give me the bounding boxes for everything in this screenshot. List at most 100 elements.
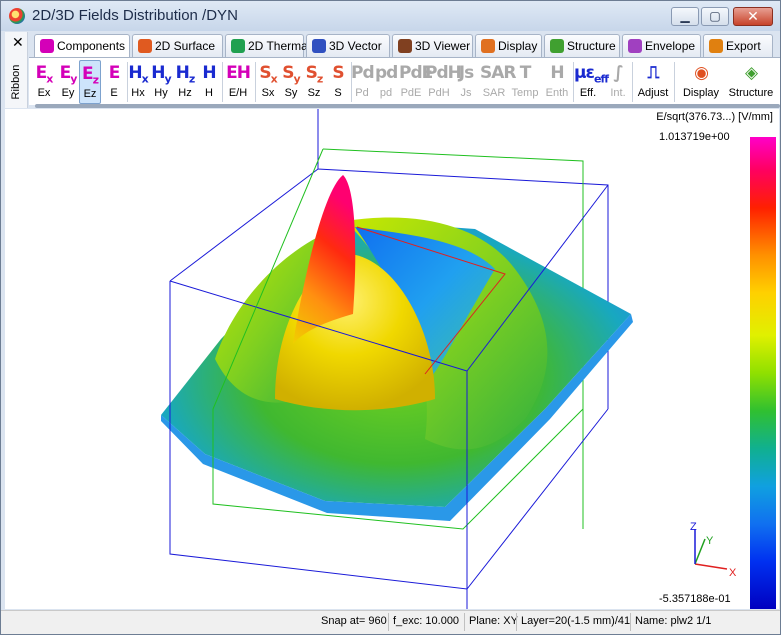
- tool-label: Sz: [307, 87, 321, 99]
- tool-label: Pd: [355, 87, 369, 99]
- tool-label: Adjust: [637, 87, 669, 99]
- tool-sx-button[interactable]: Sx Sx: [257, 60, 279, 104]
- status-frequency: f_exc: 10.000: [393, 615, 460, 627]
- tool-hz-icon: Hz: [174, 60, 196, 86]
- tool-pd-icon: pd: [375, 60, 398, 86]
- tool-glyph: pd: [375, 63, 398, 83]
- tool-e-icon: E: [103, 60, 125, 86]
- tool-temp-icon: T: [509, 60, 541, 86]
- tool-glyph: H: [175, 63, 190, 83]
- status-plane: Plane: XY: [469, 615, 518, 627]
- surface-2d-icon: [138, 39, 152, 53]
- toolbar-separator: [255, 62, 256, 102]
- tool-eff--button[interactable]: μεeff Eff.: [574, 60, 609, 104]
- tool-glyph: Pd: [351, 63, 375, 83]
- ribbon-close-button[interactable]: ✕: [12, 34, 24, 51]
- tool-sy-icon: Sy: [280, 60, 302, 86]
- tool-label: E: [110, 87, 118, 99]
- tab-2d-surface[interactable]: 2D Surface: [132, 34, 223, 58]
- tab-components[interactable]: Components: [34, 34, 130, 59]
- structure-icon: [550, 39, 564, 53]
- ribbon-scrollbar[interactable]: [35, 104, 780, 108]
- tool-pdh-icon: PdH: [425, 60, 462, 86]
- tab-label: 2D Thermal: [248, 39, 311, 53]
- tool-pd-icon: Pd: [351, 60, 375, 86]
- tool-hz-button[interactable]: Hz Hz: [174, 60, 196, 104]
- maximize-button[interactable]: ▢: [701, 7, 729, 26]
- tool-glyph-subscript: y: [293, 72, 301, 86]
- tab-label: Display: [498, 39, 538, 53]
- tool-label: Sy: [284, 87, 298, 99]
- title-bar: 2D/3D Fields Distribution /DYN ▁ ▢ ✕: [1, 1, 780, 31]
- colorbar: [750, 137, 776, 609]
- tool-glyph: H: [202, 63, 216, 83]
- tab-export[interactable]: Export: [703, 34, 773, 58]
- colorbar-max-label: 1.013719e+00: [659, 131, 730, 143]
- minimize-icon: ▁: [680, 9, 690, 23]
- status-divider: [388, 613, 389, 631]
- tool-ey-button[interactable]: Ey Ey: [57, 60, 79, 104]
- tool-structure-icon: ◈: [727, 60, 775, 86]
- close-button[interactable]: ✕: [733, 7, 773, 26]
- tab-label: 2D Surface: [155, 39, 216, 53]
- tool-sy-button[interactable]: Sy Sy: [280, 60, 302, 104]
- tab-label: Components: [57, 39, 126, 53]
- tool-ex-button[interactable]: Ex Ex: [33, 60, 55, 104]
- toolbar-separator: [674, 62, 675, 102]
- tool-glyph: E: [35, 63, 48, 83]
- tab-label: Envelope: [645, 39, 696, 53]
- tool-enth-button: H Enth: [543, 60, 571, 104]
- tool-ez-button[interactable]: Ez Ez: [79, 60, 101, 104]
- tool-label: Enth: [545, 87, 569, 99]
- colorbar-title: E/sqrt(376.73...) [V/mm]: [656, 111, 773, 123]
- tool-glyph-subscript: y: [164, 72, 172, 86]
- tool-e-h-button[interactable]: EH E/H: [223, 60, 253, 104]
- tool-display-button[interactable]: ◉ Display: [681, 60, 721, 104]
- tool-ey-icon: Ey: [57, 60, 79, 86]
- tool-glyph: E: [108, 63, 121, 83]
- tool-e-button[interactable]: EE: [103, 60, 125, 104]
- tab-3d-viewer[interactable]: 3D Viewer: [392, 34, 473, 58]
- tool-glyph: Js: [458, 63, 474, 83]
- tool-int--icon: ∫: [606, 60, 630, 86]
- minimize-button[interactable]: ▁: [671, 7, 699, 26]
- tool-hx-button[interactable]: Hx Hx: [127, 60, 149, 104]
- tool-glyph: S: [305, 63, 318, 83]
- tool-glyph: EH: [226, 63, 251, 83]
- status-bar: Snap at= 960 f_exc: 10.000 Plane: XY Lay…: [1, 610, 780, 634]
- ribbon-tabs: Components 2D Surface 2D Thermal 3D Vector 3…: [34, 34, 780, 59]
- tab-display[interactable]: Display: [475, 34, 542, 58]
- field-3d-plot[interactable]: X Y Z: [5, 109, 779, 609]
- field-plot-canvas[interactable]: X Y Z E/sqrt(376.73...) [V/mm] 1.013719e…: [5, 109, 779, 609]
- ribbon-side-panel: ✕ Ribbon: [5, 32, 28, 108]
- tool-sz-icon: Sz: [303, 60, 325, 86]
- axis-x-label: X: [729, 567, 737, 579]
- ribbon-toolbar: Ex Ex Ey Ey Ez Ez E E Hx Hx Hy Hy Hz Hz H H EH E/H Sx Sx Sy S…: [29, 57, 780, 105]
- tool-glyph: E: [81, 64, 94, 84]
- tool-glyph: H: [151, 63, 165, 83]
- tab-envelope[interactable]: Envelope: [622, 34, 701, 58]
- tool-label: Structure: [728, 87, 774, 99]
- envelope-icon: [628, 39, 642, 53]
- tool-display-icon: ◉: [681, 60, 721, 86]
- tool-adjust-icon: ⎍: [634, 60, 672, 86]
- tool-s-button[interactable]: SS: [327, 60, 349, 104]
- tab-2d-thermal[interactable]: 2D Thermal: [225, 34, 310, 58]
- axis-triad: X Y Z: [690, 521, 737, 579]
- tool-h-button[interactable]: HH: [198, 60, 220, 104]
- colorbar-min-label: -5.357188e-01: [659, 593, 731, 605]
- tool-ex-icon: Ex: [33, 60, 55, 86]
- tool-glyph: S: [259, 63, 271, 83]
- tab-label: Export: [726, 39, 761, 53]
- tool-adjust-button[interactable]: ⎍ Adjust: [634, 60, 672, 104]
- tool-hy-button[interactable]: Hy Hy: [150, 60, 172, 104]
- window-title: 2D/3D Fields Distribution /DYN: [32, 7, 238, 24]
- tab-3d-vector[interactable]: 3D Vector: [306, 34, 390, 58]
- app-icon: [9, 8, 25, 24]
- tool-glyph-subscript: z: [92, 73, 99, 87]
- tool-sx-icon: Sx: [257, 60, 279, 86]
- tab-structure[interactable]: Structure: [544, 34, 620, 58]
- tool-sz-button[interactable]: Sz Sz: [303, 60, 325, 104]
- viewer-3d-icon: [398, 39, 412, 53]
- tool-structure-button[interactable]: ◈ Structure: [727, 60, 775, 104]
